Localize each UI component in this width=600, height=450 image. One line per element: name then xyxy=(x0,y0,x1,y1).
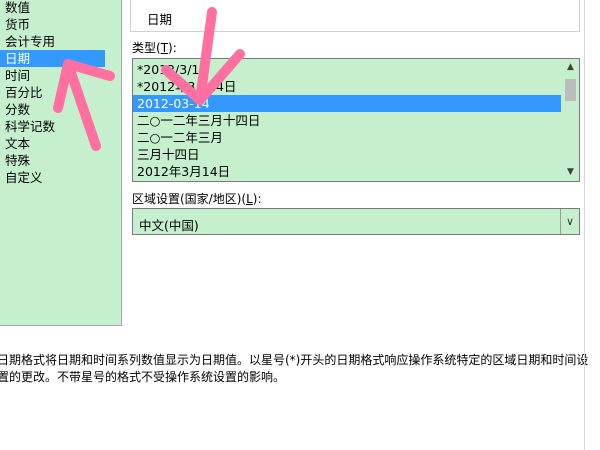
region-label-accesskey: L xyxy=(246,192,253,206)
region-dropdown[interactable]: 中文(中国) ∨ xyxy=(132,208,580,235)
category-item-currency[interactable]: 货币 xyxy=(0,16,105,33)
sample-value: 日期 xyxy=(147,12,173,27)
type-label-accesskey: T xyxy=(160,41,169,55)
format-details-panel: 日期 类型(T): *2012/3/14 *2012年3月14日 2012-03… xyxy=(122,0,592,330)
category-scrollbar[interactable] xyxy=(105,0,121,325)
type-item[interactable]: 二○一二年三月 xyxy=(133,129,561,146)
dialog-right-edge xyxy=(584,0,585,450)
type-list-scrollbar-thumb[interactable] xyxy=(565,79,576,101)
category-item-scientific[interactable]: 科学记数 xyxy=(0,118,105,135)
region-label-suffix: ): xyxy=(252,192,262,206)
category-item-special[interactable]: 特殊 xyxy=(0,152,105,169)
category-item-percentage[interactable]: 百分比 xyxy=(0,84,105,101)
type-item[interactable]: 二○一二年三月十四日 xyxy=(133,112,561,129)
scroll-up-icon[interactable]: ▲ xyxy=(562,59,579,76)
format-description: 日期格式将日期和时间系列数值显示为日期值。以星号(*)开头的日期格式响应操作系统… xyxy=(0,353,589,384)
region-label: 区域设置(国家/地区)(L): xyxy=(132,190,262,207)
type-label: 类型(T): xyxy=(132,39,177,56)
category-scrollbar-thumb[interactable] xyxy=(107,0,119,325)
category-list[interactable]: 数值 货币 会计专用 日期 时间 百分比 分数 科学记数 文本 特殊 自定义 xyxy=(0,0,122,326)
category-item-time[interactable]: 时间 xyxy=(0,67,105,84)
region-dropdown-value: 中文(中国) xyxy=(139,218,199,233)
type-item[interactable]: 2012年3月14日 xyxy=(133,163,561,180)
type-list[interactable]: *2012/3/14 *2012年3月14日 2012-03-14 二○一二年三… xyxy=(132,58,580,182)
category-item-number[interactable]: 数值 xyxy=(0,0,105,16)
type-item[interactable]: *2012/3/14 xyxy=(133,61,561,78)
type-list-scrollbar[interactable]: ▲ ▼ xyxy=(562,59,579,181)
region-label-prefix: 区域设置(国家/地区)( xyxy=(132,192,247,206)
category-item-fraction[interactable]: 分数 xyxy=(0,101,105,118)
sample-box: 日期 xyxy=(130,0,580,32)
type-item[interactable]: 三月十四日 xyxy=(133,146,561,163)
type-item[interactable]: *2012年3月14日 xyxy=(133,78,561,95)
category-item-custom[interactable]: 自定义 xyxy=(0,169,105,186)
type-label-suffix: ): xyxy=(168,41,177,55)
category-item-accounting[interactable]: 会计专用 xyxy=(0,33,105,50)
type-item-selected[interactable]: 2012-03-14 xyxy=(133,95,561,112)
scroll-down-icon[interactable]: ▼ xyxy=(562,164,579,181)
category-item-date[interactable]: 日期 xyxy=(0,50,105,67)
type-label-prefix: 类型( xyxy=(132,41,161,55)
category-item-text[interactable]: 文本 xyxy=(0,135,105,152)
chevron-down-icon[interactable]: ∨ xyxy=(560,209,579,234)
